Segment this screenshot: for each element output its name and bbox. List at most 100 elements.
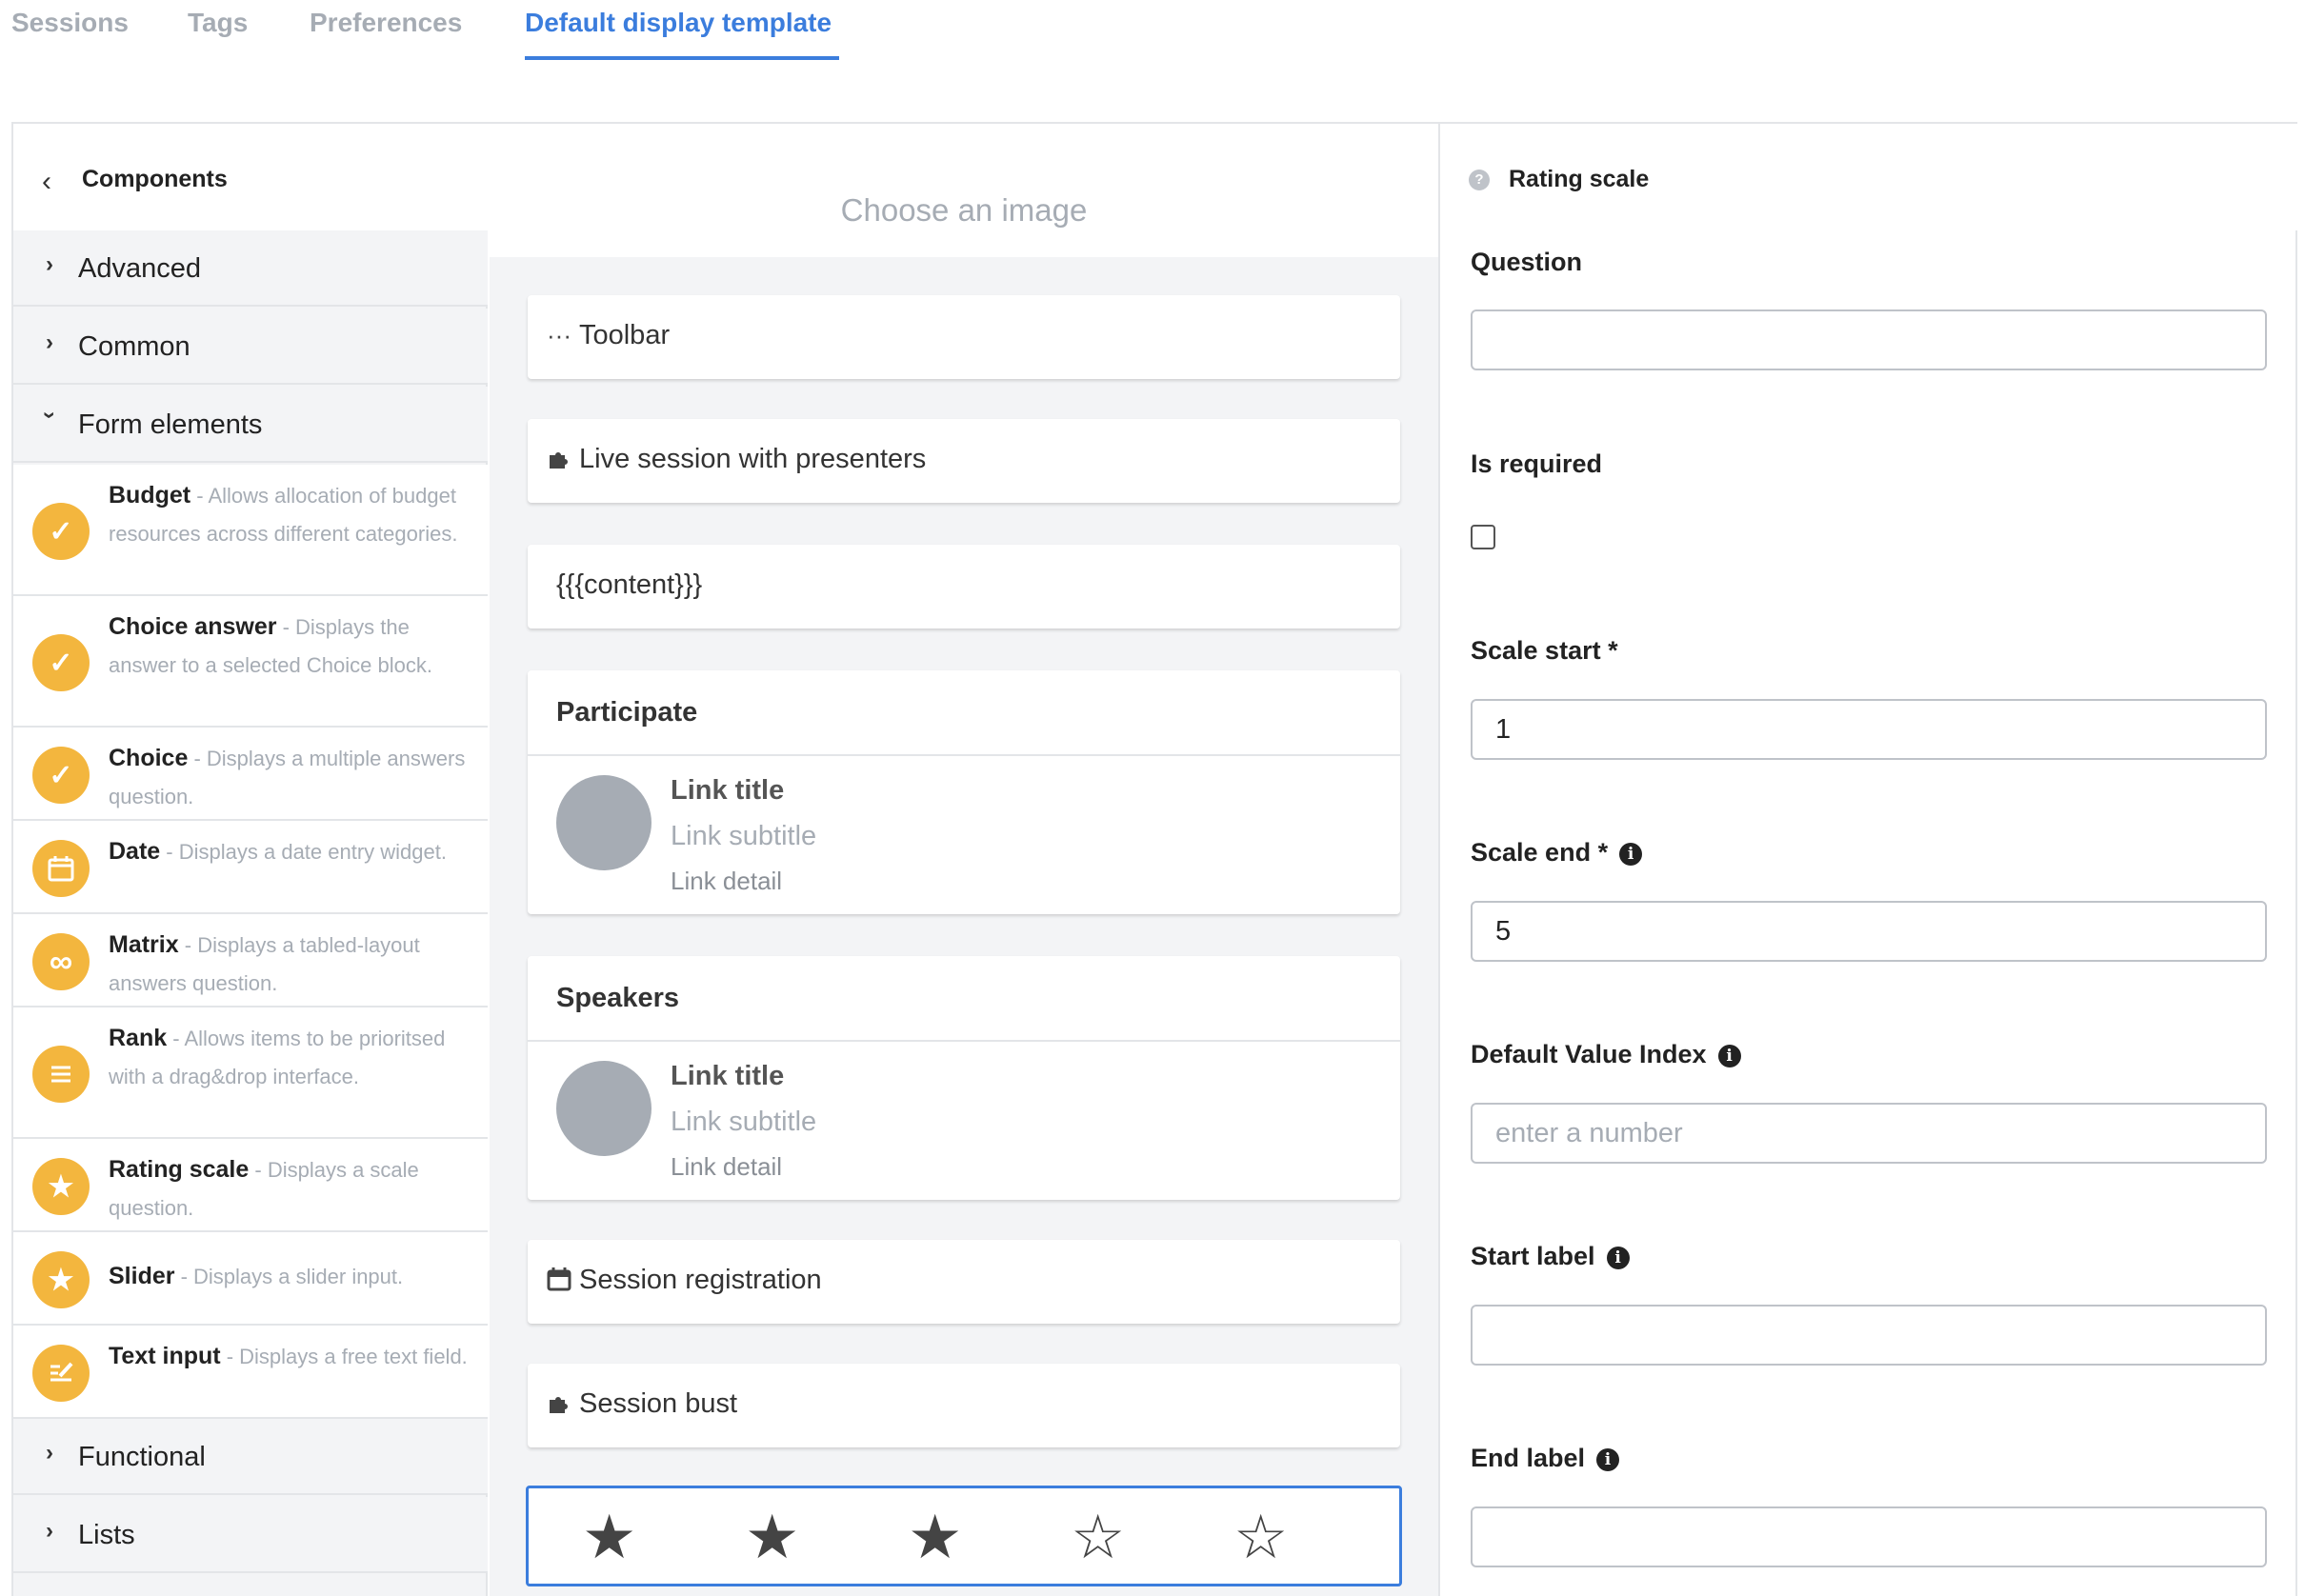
info-icon[interactable]: i	[1619, 843, 1643, 866]
info-icon[interactable]: i	[1717, 1045, 1741, 1067]
session-registration-text: Session registration	[579, 1265, 822, 1295]
link-subtitle: Link subtitle	[671, 1107, 817, 1137]
session-bust-label: Session bust	[547, 1388, 737, 1420]
star-icon: ★	[32, 1158, 90, 1215]
star-empty-icon[interactable]: ☆	[1071, 1504, 1125, 1570]
chevron-right-icon: ›	[46, 251, 53, 277]
link-title: Link title	[671, 1061, 785, 1091]
image-chooser-label: Choose an image	[840, 192, 1088, 228]
components-panel: ‹ Components › Advanced › Common › Form …	[13, 124, 488, 1596]
content-placeholder-block[interactable]: {{{content}}}	[528, 545, 1400, 628]
component-desc: - Displays a slider input.	[174, 1265, 404, 1288]
chevron-left-icon[interactable]: ‹	[42, 166, 51, 198]
component-choice[interactable]: ✓ Choice - Displays a multiple answers q…	[13, 728, 488, 821]
category-label: Functional	[78, 1442, 206, 1472]
component-text: Choice - Displays a multiple answers que…	[109, 739, 471, 816]
check-icon: ✓	[32, 747, 90, 804]
default-index-label: Default Value Index	[1471, 1040, 1707, 1068]
category-lists[interactable]: › Lists	[13, 1497, 488, 1573]
chevron-down-icon: ›	[37, 411, 63, 419]
session-registration-block[interactable]: Session registration	[528, 1240, 1400, 1324]
participate-block[interactable]: Participate Link title Link subtitle Lin…	[528, 670, 1400, 914]
infinity-icon: ∞	[32, 933, 90, 990]
scale-end-input[interactable]	[1471, 901, 2267, 962]
component-name: Rating scale	[109, 1156, 250, 1183]
scale-end-label-wrap: Scale end * i	[1471, 838, 1643, 868]
scale-start-input[interactable]	[1471, 699, 2267, 760]
default-index-input[interactable]	[1471, 1103, 2267, 1164]
category-label: Form elements	[78, 409, 263, 440]
active-tab-indicator	[525, 56, 839, 60]
category-label: Lists	[78, 1520, 135, 1550]
component-text: Matrix - Displays a tabled-layout answer…	[109, 926, 471, 1003]
component-budget[interactable]: ✓ Budget - Allows allocation of budget r…	[13, 465, 488, 596]
component-name: Date	[109, 838, 161, 865]
link-detail: Link detail	[671, 867, 783, 895]
scale-start-label: Scale start *	[1471, 636, 1618, 665]
live-session-block[interactable]: Live session with presenters	[528, 419, 1400, 503]
session-bust-block[interactable]: Session bust	[528, 1364, 1400, 1447]
star-empty-icon[interactable]: ☆	[1233, 1504, 1288, 1570]
component-name: Choice	[109, 745, 189, 771]
calendar-icon	[547, 1267, 571, 1291]
component-date[interactable]: Date - Displays a date entry widget.	[13, 821, 488, 914]
category-form-elements[interactable]: › Form elements	[13, 387, 488, 463]
component-name: Rank	[109, 1025, 168, 1051]
category-common[interactable]: › Common	[13, 309, 488, 385]
top-tabs: Sessions Tags Preferences Default displa…	[0, 0, 2305, 67]
link-title: Link title	[671, 775, 785, 806]
start-label-label: Start label	[1471, 1242, 1595, 1270]
start-label-input[interactable]	[1471, 1305, 2267, 1366]
question-label: Question	[1471, 248, 1583, 276]
component-text-input[interactable]: Text input - Displays a free text field.	[13, 1326, 488, 1419]
tab-tags[interactable]: Tags	[188, 8, 248, 38]
chevron-right-icon: ›	[46, 329, 53, 355]
component-name: Slider	[109, 1263, 175, 1289]
properties-title: Rating scale	[1509, 166, 1650, 192]
chevron-right-icon: ›	[46, 1440, 53, 1466]
question-circle-icon[interactable]: ?	[1469, 170, 1490, 190]
category-functional[interactable]: › Functional	[13, 1419, 488, 1495]
component-name: Choice answer	[109, 613, 277, 640]
component-matrix[interactable]: ∞ Matrix - Displays a tabled-layout answ…	[13, 914, 488, 1007]
component-text: Date - Displays a date entry widget.	[109, 832, 471, 871]
component-rating-scale[interactable]: ★ Rating scale - Displays a scale questi…	[13, 1139, 488, 1232]
list-icon	[32, 1046, 90, 1103]
info-icon[interactable]: i	[1596, 1448, 1620, 1471]
participate-title: Participate	[556, 697, 698, 728]
speakers-header: Speakers	[528, 956, 1400, 1042]
properties-header: ? Rating scale	[1440, 124, 2297, 230]
component-choice-answer[interactable]: ✓ Choice answer - Displays the answer to…	[13, 596, 488, 728]
component-desc: - Displays a date entry widget.	[160, 840, 447, 864]
puzzle-icon	[550, 452, 568, 469]
toolbar-block[interactable]: ··· Toolbar	[528, 295, 1400, 379]
check-icon: ✓	[32, 634, 90, 691]
image-chooser[interactable]: Choose an image	[490, 124, 1438, 257]
tab-default-display-template[interactable]: Default display template	[525, 8, 832, 38]
star-filled-icon[interactable]: ★	[745, 1504, 799, 1570]
components-header: ‹ Components	[13, 124, 488, 230]
is-required-label: Is required	[1471, 449, 1603, 478]
rating-scale-block[interactable]: ★ ★ ★ ☆ ☆	[526, 1486, 1402, 1586]
tab-preferences[interactable]: Preferences	[310, 8, 462, 38]
speakers-block[interactable]: Speakers Link title Link subtitle Link d…	[528, 956, 1400, 1200]
info-icon[interactable]: i	[1606, 1247, 1630, 1269]
participate-header: Participate	[528, 670, 1400, 756]
component-rank[interactable]: Rank - Allows items to be prioritsed wit…	[13, 1007, 488, 1139]
star-filled-icon[interactable]: ★	[908, 1504, 962, 1570]
link-detail: Link detail	[671, 1152, 783, 1181]
question-input[interactable]	[1471, 309, 2267, 370]
tab-sessions[interactable]: Sessions	[11, 8, 129, 38]
component-name: Text input	[109, 1343, 221, 1369]
component-slider[interactable]: ★ Slider - Displays a slider input.	[13, 1232, 488, 1326]
component-text: Rating scale - Displays a scale question…	[109, 1150, 471, 1227]
end-label-input[interactable]	[1471, 1506, 2267, 1567]
session-registration-label: Session registration	[547, 1265, 822, 1296]
component-text: Text input - Displays a free text field.	[109, 1337, 471, 1376]
is-required-checkbox[interactable]	[1471, 525, 1495, 549]
link-subtitle: Link subtitle	[671, 821, 817, 851]
calendar-icon	[32, 840, 90, 897]
star-filled-icon[interactable]: ★	[582, 1504, 636, 1570]
components-title: Components	[82, 166, 228, 192]
category-advanced[interactable]: › Advanced	[13, 230, 488, 307]
